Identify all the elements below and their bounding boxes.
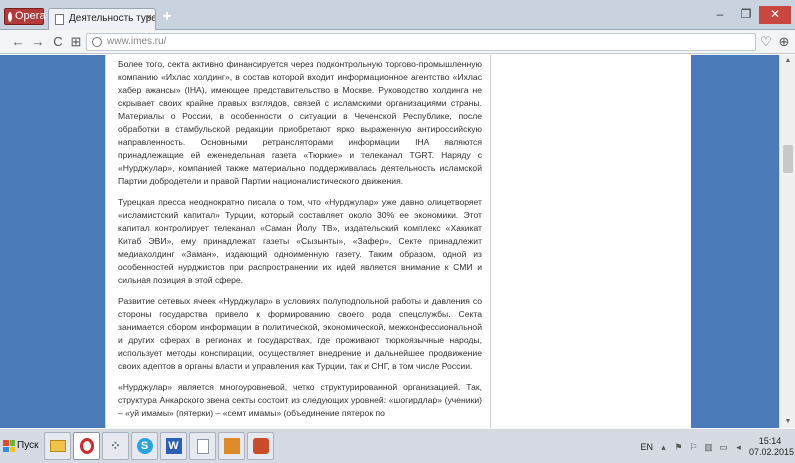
clock[interactable]: 15:14 07.02.2015 xyxy=(749,436,795,458)
back-icon[interactable]: ← xyxy=(10,33,26,51)
word-icon[interactable]: W xyxy=(160,432,187,460)
skype-icon[interactable]: S xyxy=(131,432,158,460)
clock-date: 07.02.2015 xyxy=(749,447,795,457)
scroll-up-icon[interactable]: ▲ xyxy=(780,55,795,67)
office-app-icon[interactable] xyxy=(218,432,245,460)
system-tray: EN ▴ ⚑ ⚐ ▥ ▭ ◂ 15:14 07.02.2015 xyxy=(640,433,795,461)
browser-tab[interactable]: Деятельность турецкой ре × xyxy=(48,8,156,30)
start-button[interactable]: Пуск xyxy=(3,434,41,458)
new-tab-button[interactable]: + xyxy=(159,9,175,25)
reload-icon[interactable]: C xyxy=(50,33,66,51)
start-label: Пуск xyxy=(17,440,39,451)
window-controls: – ❐ ✕ xyxy=(707,6,791,24)
close-tab-icon[interactable]: × xyxy=(146,12,152,24)
tab-title: Деятельность турецкой ре xyxy=(69,13,156,24)
battery-icon[interactable]: ▭ xyxy=(719,442,728,452)
address-bar[interactable]: www.imes.ru/ xyxy=(86,33,756,51)
article-paragraph: «Нурджулар» является многоуровневой, чет… xyxy=(118,382,482,418)
address-text: www.imes.ru/ xyxy=(107,36,167,47)
opera-taskbar-icon[interactable] xyxy=(73,432,100,460)
scroll-down-icon[interactable]: ▼ xyxy=(780,416,795,428)
volume-icon[interactable]: ◂ xyxy=(734,442,743,452)
opera-logo-icon xyxy=(8,11,12,22)
maximize-icon[interactable]: ❐ xyxy=(733,6,759,24)
close-window-icon[interactable]: ✕ xyxy=(759,6,791,24)
navigation-bar: ← → C ⊞ www.imes.ru/ ♡ ⊕ xyxy=(0,30,795,54)
article-paragraph: Развитие сетевых ячеек «Нурджулар» в усл… xyxy=(118,296,482,371)
vertical-scrollbar[interactable]: ▲ ▼ xyxy=(779,55,795,428)
scrollbar-thumb[interactable] xyxy=(783,145,793,173)
forward-icon[interactable]: → xyxy=(30,33,46,51)
sidebar-column xyxy=(491,55,691,428)
windows-logo-icon xyxy=(3,440,15,452)
speed-dial-icon[interactable]: ⊞ xyxy=(68,33,84,51)
article-column: Более того, секта активно финансируется … xyxy=(105,55,491,428)
browser-tab-bar: Opera Деятельность турецкой ре × + – ❐ ✕ xyxy=(0,0,795,30)
flag-icon[interactable]: ⚑ xyxy=(674,442,683,452)
expand-tray-icon[interactable]: ▴ xyxy=(659,442,668,452)
page-icon xyxy=(55,14,64,25)
article-paragraph: Турецкая пресса неоднократно писала о то… xyxy=(118,197,482,285)
heart-icon[interactable]: ♡ xyxy=(758,33,774,51)
apps-grid-icon[interactable]: ⁘ xyxy=(102,432,129,460)
article-paragraph: Более того, секта активно финансируется … xyxy=(118,59,482,186)
clock-time: 15:14 xyxy=(758,436,782,446)
media-app-icon[interactable] xyxy=(247,432,274,460)
page-viewport: Более того, секта активно финансируется … xyxy=(0,55,779,428)
download-icon[interactable]: ⊕ xyxy=(776,33,792,51)
file-explorer-icon[interactable] xyxy=(44,432,71,460)
article-body: Более того, секта активно финансируется … xyxy=(118,58,482,428)
opera-menu-button[interactable]: Opera xyxy=(4,8,46,25)
globe-icon xyxy=(92,37,102,47)
network-icon[interactable]: ▥ xyxy=(704,442,713,452)
action-center-icon[interactable]: ⚐ xyxy=(689,442,698,452)
opera-menu-label: Opera xyxy=(15,10,46,22)
language-indicator[interactable]: EN xyxy=(640,442,653,452)
minimize-icon[interactable]: – xyxy=(707,6,733,24)
document-icon[interactable] xyxy=(189,432,216,460)
windows-taskbar: Пуск ⁘ S W EN ▴ ⚑ ⚐ ▥ ▭ ◂ 15:14 07.02.20… xyxy=(0,428,795,463)
